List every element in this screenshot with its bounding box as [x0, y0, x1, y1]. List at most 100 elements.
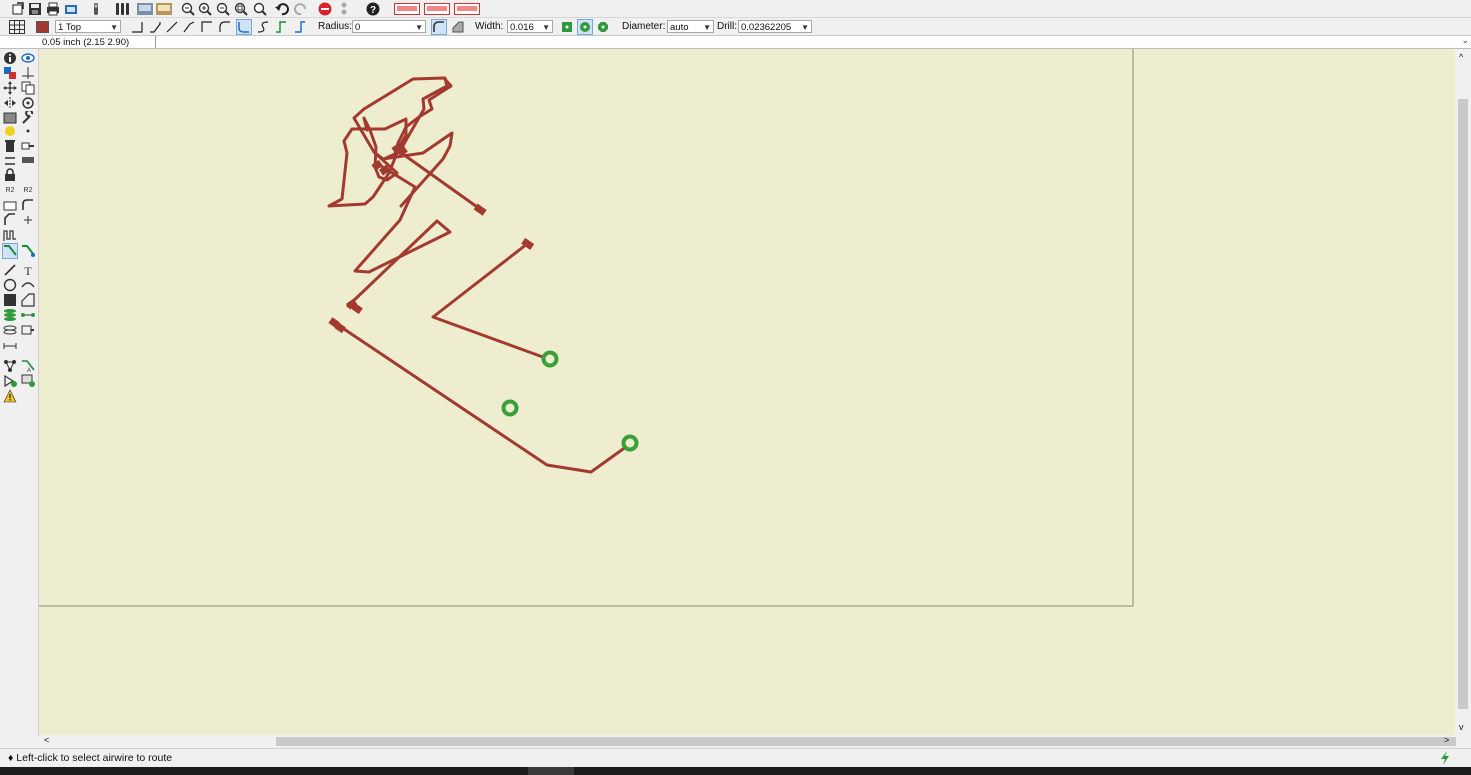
group-icon[interactable]: [3, 111, 17, 125]
bend-arc-corner-icon[interactable]: [217, 19, 233, 35]
via-round-icon[interactable]: [577, 19, 593, 35]
stop-icon[interactable]: [317, 1, 333, 17]
trace[interactable]: [431, 242, 553, 362]
delete-icon[interactable]: [3, 139, 17, 153]
rect-icon[interactable]: [3, 293, 17, 307]
via[interactable]: [621, 434, 639, 452]
trace[interactable]: [346, 164, 452, 308]
design-link-icon[interactable]: [394, 1, 420, 17]
save-icon[interactable]: [27, 1, 43, 17]
change-icon[interactable]: [21, 109, 35, 125]
lock-icon[interactable]: [3, 168, 17, 182]
ulp-icon[interactable]: [88, 1, 104, 17]
ripup-icon[interactable]: [21, 244, 35, 258]
bend-45-icon[interactable]: [147, 19, 163, 35]
taskbar-active-app[interactable]: [528, 767, 574, 775]
via-icon[interactable]: [3, 308, 17, 322]
via[interactable]: [541, 350, 559, 368]
print-icon[interactable]: [45, 1, 61, 17]
text-icon[interactable]: T: [21, 263, 35, 278]
optimize-icon[interactable]: [21, 213, 35, 227]
paste-icon[interactable]: [3, 126, 17, 140]
script-icon[interactable]: [114, 1, 130, 17]
pdf-icon[interactable]: [454, 1, 480, 17]
round-corner-icon[interactable]: [431, 19, 447, 35]
replace-icon[interactable]: [3, 154, 17, 168]
polygon-icon[interactable]: [21, 293, 35, 307]
zoom-out-icon[interactable]: [215, 1, 231, 17]
smash-icon[interactable]: [3, 198, 17, 212]
arc-icon[interactable]: [21, 278, 35, 292]
bend-free-icon[interactable]: [164, 19, 180, 35]
add-icon[interactable]: [21, 139, 35, 153]
grid-icon[interactable]: [9, 19, 25, 35]
bend-route-1-icon[interactable]: [273, 19, 289, 35]
rotate-icon[interactable]: [21, 96, 35, 110]
dimension-icon[interactable]: [3, 339, 17, 353]
pcb-quote-icon[interactable]: [424, 1, 450, 17]
layer-color-swatch[interactable]: [36, 21, 49, 33]
ratsnest-icon[interactable]: [3, 359, 17, 373]
board-icon[interactable]: [137, 1, 153, 17]
undo-icon[interactable]: [274, 1, 290, 17]
hole-icon[interactable]: [3, 323, 17, 337]
meander-icon[interactable]: [3, 228, 17, 242]
bend-arc-45-icon[interactable]: [236, 19, 252, 35]
via-square-icon[interactable]: [560, 19, 573, 35]
horizontal-scrollbar[interactable]: < >: [39, 735, 1456, 748]
attribute-icon[interactable]: [21, 323, 35, 337]
vertical-scrollbar[interactable]: ^ v: [1455, 49, 1471, 735]
drc-icon[interactable]: [3, 374, 17, 388]
paste-small-icon[interactable]: [21, 126, 35, 140]
circle-icon[interactable]: [3, 278, 17, 292]
open-icon[interactable]: [10, 1, 26, 17]
via-octagon-icon[interactable]: [596, 19, 610, 35]
errors-icon[interactable]: [3, 389, 17, 403]
chevron-down-icon[interactable]: v: [1459, 722, 1464, 732]
split-icon[interactable]: [21, 198, 35, 212]
wire-icon[interactable]: [3, 263, 17, 277]
bend-90-icon[interactable]: [129, 19, 145, 35]
go-icon[interactable]: [336, 1, 352, 17]
board-canvas[interactable]: [39, 49, 1455, 735]
copy-icon[interactable]: [21, 81, 35, 95]
schematic-icon[interactable]: [156, 1, 172, 17]
miter-icon[interactable]: [3, 213, 17, 227]
mark-icon[interactable]: [21, 66, 35, 80]
show-icon[interactable]: [21, 51, 35, 65]
lock-icon-alt[interactable]: [21, 154, 35, 168]
zoom-fit-icon[interactable]: [180, 1, 196, 17]
board-drawing[interactable]: [39, 49, 1455, 735]
bend-s-icon[interactable]: [255, 19, 271, 35]
diameter-input[interactable]: auto ▼: [667, 20, 714, 33]
trace[interactable]: [333, 321, 632, 474]
horizontal-scroll-thumb[interactable]: [276, 737, 1456, 746]
display-icon[interactable]: [3, 66, 17, 80]
route-icon[interactable]: [2, 243, 18, 259]
redo-icon[interactable]: [293, 1, 309, 17]
miter-corner-icon[interactable]: [450, 19, 466, 35]
width-input[interactable]: 0.016 ▼: [507, 20, 553, 33]
signal-icon[interactable]: [21, 308, 35, 322]
bend-135-icon[interactable]: [181, 19, 197, 35]
zoom-in-icon[interactable]: [197, 1, 213, 17]
chevron-up-icon[interactable]: ^: [1459, 52, 1463, 62]
zoom-select-icon[interactable]: [233, 1, 249, 17]
help-icon[interactable]: ?: [365, 1, 381, 17]
layer-select[interactable]: 1 Top ▼: [55, 20, 121, 33]
value-icon[interactable]: R2: [21, 182, 35, 196]
chevron-right-icon[interactable]: >: [1444, 735, 1449, 745]
move-icon[interactable]: [3, 81, 17, 95]
mirror-icon[interactable]: [3, 96, 17, 110]
autorouter-icon[interactable]: A: [21, 359, 35, 374]
bend-90-corner-icon[interactable]: [199, 19, 215, 35]
trace[interactable]: [327, 117, 408, 208]
command-input[interactable]: ⌄: [155, 35, 1471, 48]
info-icon[interactable]: [3, 51, 17, 65]
lightning-icon[interactable]: [1438, 750, 1452, 766]
name-icon[interactable]: R2: [3, 182, 17, 196]
drill-input[interactable]: 0.02362205 ▼: [738, 20, 812, 33]
radius-input[interactable]: 0 ▼: [352, 20, 426, 33]
redraw-icon[interactable]: [252, 1, 268, 17]
vertical-scroll-thumb[interactable]: [1458, 99, 1468, 709]
